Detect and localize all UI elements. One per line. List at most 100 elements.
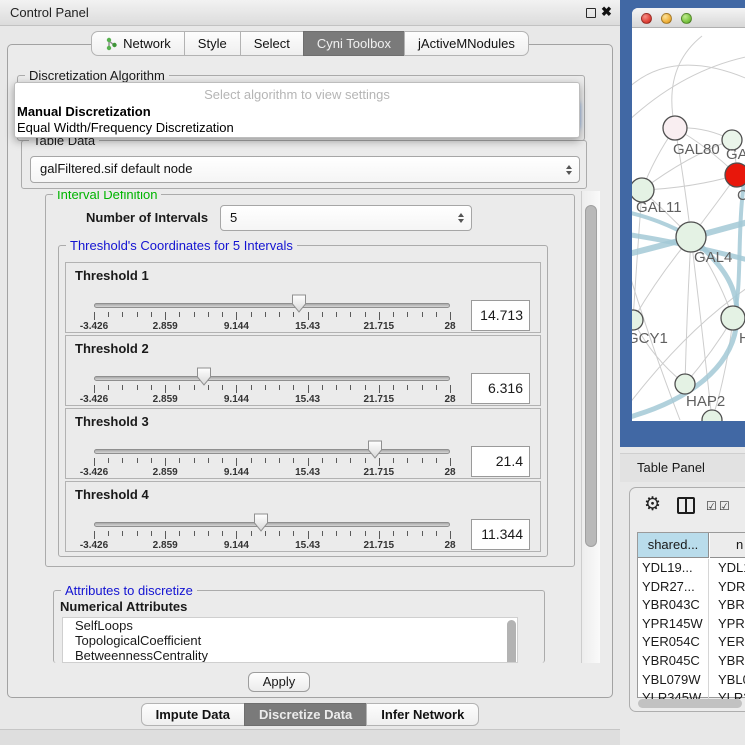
scrollbar-thumb[interactable] — [585, 205, 597, 547]
tick-mark — [151, 385, 152, 390]
tick-mark — [137, 312, 138, 317]
network-canvas[interactable]: GAL80 GA C GAL11 GAL4 GCY1 H HAP2 — [632, 28, 745, 421]
tick-mark — [293, 458, 294, 463]
slider-thumb[interactable] — [368, 440, 383, 459]
gear-icon[interactable]: ⚙ — [644, 493, 661, 516]
table-row[interactable]: YDR27...YDR2 — [638, 578, 745, 597]
threshold-value-field[interactable]: 11.344 — [471, 519, 530, 550]
popup-option-manual-discretization[interactable]: Manual Discretization — [17, 104, 577, 119]
network-window-titlebar[interactable] — [632, 8, 745, 28]
slider-thumb[interactable] — [254, 513, 269, 532]
tick-mark — [436, 385, 437, 390]
threshold-value-field[interactable]: 6.316 — [471, 373, 530, 404]
close-icon[interactable]: ✖ — [601, 4, 612, 20]
threshold-1-slider[interactable]: -3.4262.8599.14415.4321.71528 — [94, 299, 450, 333]
list-item[interactable]: BetweennessCentrality — [63, 648, 517, 663]
table-row[interactable]: YDL19...YDL1 — [638, 559, 745, 578]
slider-track[interactable] — [94, 522, 450, 527]
tab-style[interactable]: Style — [184, 31, 241, 56]
zoom-traffic-light-icon[interactable] — [681, 13, 692, 24]
node-red — [725, 163, 745, 187]
tab-infer-network[interactable]: Infer Network — [366, 703, 479, 726]
tick-mark — [108, 385, 109, 390]
tick-mark — [279, 531, 280, 536]
settings-scroll-viewport: Interval Definition Number of Intervals … — [17, 191, 581, 663]
tick-mark — [407, 531, 408, 536]
node-gal4 — [676, 222, 706, 252]
network-view-window[interactable]: GAL80 GA C GAL11 GAL4 GCY1 H HAP2 — [632, 8, 745, 421]
slider-track[interactable] — [94, 303, 450, 308]
popup-option-equal-width-frequency[interactable]: Equal Width/Frequency Discretization — [17, 120, 577, 135]
tab-network[interactable]: Network — [91, 31, 185, 56]
float-window-icon[interactable] — [586, 8, 596, 18]
minimize-traffic-light-icon[interactable] — [661, 13, 672, 24]
node-partial-bottom — [702, 410, 722, 421]
checkbox-icon[interactable]: ☑ — [706, 499, 717, 513]
horizontal-scrollbar[interactable] — [638, 699, 742, 708]
tick-mark — [236, 458, 237, 466]
tab-select[interactable]: Select — [240, 31, 304, 56]
checkbox-icon[interactable]: ☑ — [719, 499, 730, 513]
column-header-shared[interactable]: shared... — [638, 533, 709, 558]
tick-label: 2.859 — [153, 394, 178, 405]
threshold-value-field[interactable]: 14.713 — [471, 300, 530, 331]
slider-track[interactable] — [94, 376, 450, 381]
tick-label: 15.43 — [295, 321, 320, 332]
tab-discretize-data[interactable]: Discretize Data — [244, 703, 367, 726]
threshold-2-slider[interactable]: -3.4262.8599.14415.4321.71528 — [94, 372, 450, 406]
threshold-label: Threshold 2 — [75, 341, 149, 356]
tick-mark — [265, 312, 266, 317]
tick-mark — [450, 312, 451, 320]
table-data-combobox[interactable]: galFiltered.sif default node — [30, 156, 580, 183]
threshold-3-slider[interactable]: -3.4262.8599.14415.4321.71528 — [94, 445, 450, 479]
split-columns-icon[interactable] — [677, 497, 695, 514]
number-of-intervals-label: Number of Intervals — [86, 210, 208, 225]
table-row[interactable]: YPR145WYPR1 — [638, 615, 745, 634]
table-row[interactable]: YBL079WYBL0 — [638, 671, 745, 690]
number-of-intervals-combobox[interactable]: 5 — [220, 205, 472, 231]
numerical-attributes-list[interactable]: SelfLoops TopologicalCoefficient Between… — [62, 617, 518, 663]
table-row[interactable]: YLR345WYLR3 — [638, 689, 745, 699]
tick-mark — [322, 312, 323, 317]
tick-mark — [179, 458, 180, 463]
apply-button[interactable]: Apply — [248, 672, 310, 692]
table-row[interactable]: YER054CYER0 — [638, 633, 745, 652]
table-row[interactable]: YBR043CYBR0 — [638, 596, 745, 615]
tick-mark — [350, 531, 351, 536]
tick-mark — [365, 385, 366, 390]
slider-thumb[interactable] — [292, 294, 307, 313]
slider-thumb[interactable] — [197, 367, 212, 386]
list-item[interactable]: TopologicalCoefficient — [63, 633, 517, 648]
tick-mark — [251, 385, 252, 390]
tick-label: 2.859 — [153, 467, 178, 478]
tick-mark — [236, 385, 237, 393]
list-item[interactable]: SelfLoops — [63, 618, 517, 633]
tick-mark — [436, 312, 437, 317]
tick-label: -3.426 — [80, 321, 108, 332]
tick-mark — [236, 312, 237, 320]
tick-mark — [165, 531, 166, 539]
close-traffic-light-icon[interactable] — [641, 13, 652, 24]
tick-mark — [251, 312, 252, 317]
tick-mark — [365, 312, 366, 317]
panel-scrollbar[interactable] — [581, 191, 600, 663]
tick-mark — [350, 312, 351, 317]
tab-label: Select — [254, 32, 290, 55]
attributes-to-discretize-group: Attributes to discretize Numerical Attri… — [53, 590, 545, 663]
threshold-value-field[interactable]: 21.4 — [471, 446, 530, 477]
tick-mark — [265, 385, 266, 390]
tick-mark — [122, 458, 123, 463]
tab-cyni-toolbox[interactable]: Cyni Toolbox — [303, 31, 405, 56]
tick-mark — [122, 531, 123, 536]
column-header-name[interactable]: n — [710, 533, 745, 558]
combo-value: galFiltered.sif default node — [40, 161, 192, 176]
table-row[interactable]: YBR045CYBR0 — [638, 652, 745, 671]
tab-impute-data[interactable]: Impute Data — [141, 703, 245, 726]
tab-jactivemnodules[interactable]: jActiveMNodules — [404, 31, 529, 56]
tick-mark — [251, 458, 252, 463]
tick-mark — [251, 531, 252, 536]
list-scrollbar[interactable] — [507, 620, 516, 663]
threshold-4-slider[interactable]: -3.4262.8599.14415.4321.71528 — [94, 518, 450, 552]
slider-track[interactable] — [94, 449, 450, 454]
node-partial-right — [721, 306, 745, 330]
